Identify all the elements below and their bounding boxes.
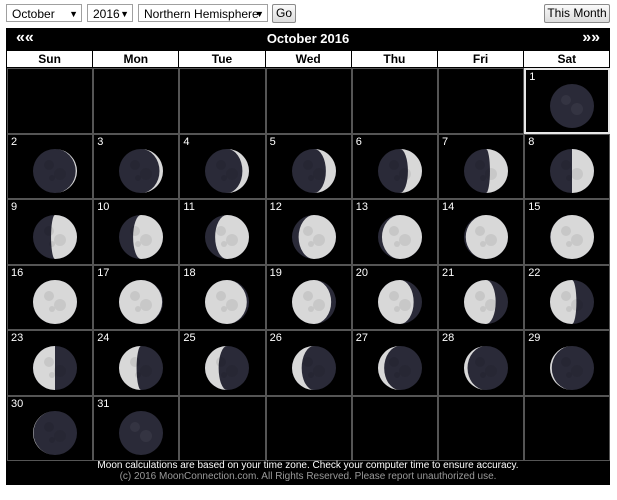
day-cell-6[interactable]: 6 (351, 133, 438, 199)
day-number: 29 (528, 332, 541, 344)
hemisphere-select-value: Northern Hemisphere (144, 7, 259, 21)
weekday-tue: Tue (179, 51, 265, 67)
year-select-value: 2016 (93, 7, 120, 21)
day-number: 18 (183, 266, 196, 279)
day-cell-25[interactable]: 25 (179, 330, 266, 396)
day-number: 30 (11, 397, 24, 410)
day-number: 17 (97, 266, 110, 279)
day-cell-15[interactable]: 15 (524, 199, 611, 265)
day-cell-22[interactable]: 22 (524, 264, 611, 330)
day-cell-23[interactable]: 23 (7, 330, 94, 396)
weekday-sat: Sat (524, 51, 610, 67)
day-number: 12 (269, 201, 282, 213)
day-cell-8[interactable]: 8 (524, 133, 611, 199)
weekday-wed: Wed (265, 51, 351, 67)
day-number: 31 (97, 397, 110, 410)
day-number: 23 (11, 332, 24, 344)
day-cell-18[interactable]: 18 (179, 264, 266, 330)
day-number: 19 (269, 266, 282, 279)
day-number: 24 (97, 332, 110, 344)
day-cell-14[interactable]: 14 (438, 199, 525, 265)
chevron-down-icon: ▼ (120, 9, 129, 19)
empty-cell (265, 68, 352, 134)
weekday-mon: Mon (93, 51, 179, 67)
next-month-button[interactable]: »» (582, 29, 600, 47)
day-number: 9 (11, 201, 18, 213)
day-cell-31[interactable]: 31 (93, 395, 180, 461)
weekday-fri: Fri (438, 51, 524, 67)
day-cell-28[interactable]: 28 (438, 330, 525, 396)
day-number: 25 (183, 332, 196, 344)
month-select[interactable]: October ▼ (6, 4, 82, 22)
day-number: 8 (528, 135, 535, 148)
day-cell-27[interactable]: 27 (351, 330, 438, 396)
day-number: 5 (269, 135, 276, 148)
day-number: 10 (97, 201, 110, 213)
day-cell-24[interactable]: 24 (93, 330, 180, 396)
day-cell-13[interactable]: 13 (351, 199, 438, 265)
day-cell-19[interactable]: 19 (265, 264, 352, 330)
empty-cell (351, 68, 438, 134)
day-number: 21 (442, 266, 455, 279)
weekday-sun: Sun (7, 51, 93, 67)
day-number: 13 (355, 201, 369, 213)
footer-copyright: (c) 2016 MoonConnection.com. All Rights … (119, 471, 497, 482)
day-cell-1[interactable]: 1 (524, 68, 611, 134)
day-cell-17[interactable]: 17 (93, 264, 180, 330)
day-number: 22 (528, 266, 541, 279)
this-month-button[interactable]: This Month (544, 4, 610, 23)
empty-cell (179, 395, 266, 461)
empty-cell (524, 395, 611, 461)
weekday-thu: Thu (351, 51, 437, 67)
day-number: 2 (11, 135, 18, 148)
day-cell-12[interactable]: 12 (265, 199, 352, 265)
empty-cell (351, 395, 438, 461)
calendar-title: October 2016 (266, 31, 350, 46)
empty-cell (93, 68, 180, 134)
empty-cell (438, 395, 525, 461)
day-number: 11 (183, 201, 195, 213)
day-cell-4[interactable]: 4 (179, 133, 266, 199)
month-select-value: October (12, 7, 55, 21)
day-number: 1 (529, 71, 536, 83)
day-cell-21[interactable]: 21 (438, 264, 525, 330)
hemisphere-select[interactable]: Northern Hemisphere ▼ (138, 4, 268, 22)
day-number: 20 (355, 266, 369, 279)
day-number: 3 (97, 135, 104, 148)
day-number: 14 (442, 201, 455, 213)
day-cell-26[interactable]: 26 (265, 330, 352, 396)
footer: Moon calculations are based on your time… (6, 460, 610, 482)
day-cell-16[interactable]: 16 (7, 264, 94, 330)
go-button[interactable]: Go (272, 4, 296, 23)
day-number: 27 (355, 332, 369, 344)
day-cell-20[interactable]: 20 (351, 264, 438, 330)
calendar-header: «« October 2016 »» (6, 28, 610, 50)
day-cell-2[interactable]: 2 (7, 133, 94, 199)
day-cell-11[interactable]: 11 (179, 199, 266, 265)
day-cell-5[interactable]: 5 (265, 133, 352, 199)
day-cell-29[interactable]: 29 (524, 330, 611, 396)
day-number: 15 (528, 201, 541, 213)
day-number: 26 (269, 332, 282, 344)
empty-cell (179, 68, 266, 134)
day-cell-9[interactable]: 9 (7, 199, 94, 265)
year-select[interactable]: 2016 ▼ (87, 4, 133, 22)
day-number: 6 (355, 135, 362, 148)
moon-calendar: «« October 2016 »» Sun Mon Tue Wed Thu Fri Sat… (6, 28, 611, 485)
day-number: 7 (442, 135, 449, 148)
day-number: 4 (183, 135, 190, 148)
day-cell-10[interactable]: 10 (93, 199, 180, 265)
chevron-down-icon: ▼ (69, 9, 78, 19)
empty-cell (265, 395, 352, 461)
chevron-down-icon: ▼ (255, 9, 264, 19)
day-number: 16 (11, 266, 24, 279)
day-number: 28 (442, 332, 455, 344)
toolbar: October ▼ 2016 ▼ Northern Hemisphere ▼ G… (0, 0, 617, 28)
footer-notice: Moon calculations are based on your time… (97, 460, 519, 471)
day-cell-30[interactable]: 30 (7, 395, 94, 461)
empty-cell (7, 68, 94, 134)
day-cell-7[interactable]: 7 (438, 133, 525, 199)
empty-cell (438, 68, 525, 134)
day-cell-3[interactable]: 3 (93, 133, 180, 199)
